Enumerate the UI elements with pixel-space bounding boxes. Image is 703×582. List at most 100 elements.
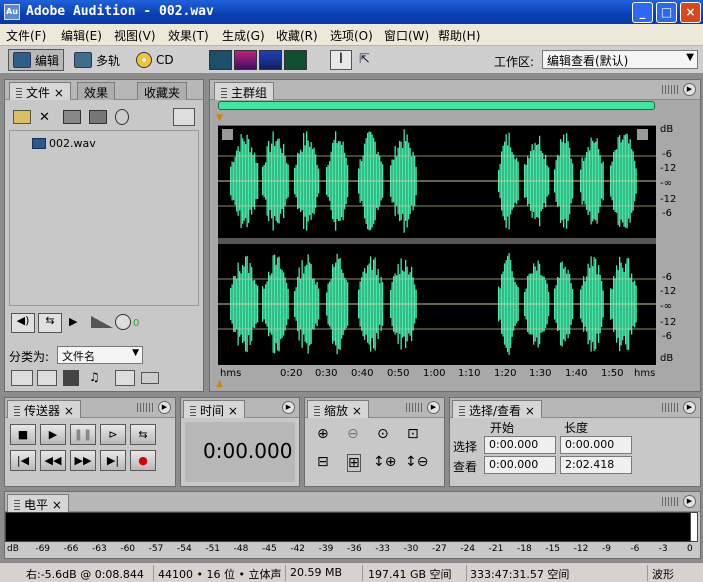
menu-edit[interactable]: 编辑(E) <box>61 27 102 44</box>
view-row-label: 查看 <box>453 460 478 474</box>
play-button[interactable]: ▶ <box>40 424 66 445</box>
zoom-out-vertical-icon[interactable]: ↕⊖ <box>405 454 428 470</box>
multitrack-view-button[interactable]: 多轨 <box>70 49 124 71</box>
zoom-out-horizontal-icon[interactable]: ⊖ <box>347 426 359 442</box>
close-icon[interactable]: × <box>228 404 238 418</box>
panel-menu-icon[interactable]: ▶ <box>683 83 696 96</box>
tab-levels[interactable]: 电平 × <box>7 494 69 512</box>
close-icon[interactable]: × <box>52 498 62 512</box>
edit-file-icon[interactable] <box>115 109 129 125</box>
full-paths-icon[interactable] <box>141 372 159 384</box>
time-tick: 0:50 <box>387 368 410 379</box>
insert-cd-icon[interactable] <box>89 110 107 124</box>
spectral-display-icon[interactable] <box>234 50 257 70</box>
tab-favorites[interactable]: 收藏夹 <box>137 82 187 100</box>
minimize-button[interactable]: _ <box>632 2 653 23</box>
tab-transport[interactable]: 传送器 × <box>7 400 81 418</box>
menu-favorites[interactable]: 收藏(R) <box>276 27 318 44</box>
multitrack-label: 多轨 <box>96 53 121 68</box>
tab-zoom[interactable]: 缩放 × <box>307 400 369 418</box>
sort-label: 分类为: <box>9 350 50 364</box>
workspace-select[interactable]: 编辑查看(默认) ▼ <box>542 50 698 69</box>
stop-button[interactable]: ■ <box>10 424 36 445</box>
menu-view[interactable]: 视图(V) <box>114 27 156 44</box>
show-video-icon[interactable] <box>63 370 79 386</box>
clip-indicator[interactable] <box>690 512 698 542</box>
show-midi-icon[interactable]: ♫ <box>89 370 105 386</box>
zoom-full-icon[interactable]: ⊙ <box>377 426 389 442</box>
menu-help[interactable]: 帮助(H) <box>438 27 480 44</box>
selection-length-field[interactable]: 0:00.000 <box>560 436 632 454</box>
tab-effects[interactable]: 效果 <box>77 82 116 100</box>
tab-files[interactable]: 文件 × <box>9 82 71 100</box>
record-button[interactable]: ● <box>130 450 156 471</box>
pan-display-icon[interactable] <box>259 50 282 70</box>
play-icon[interactable]: ▶ <box>69 315 77 328</box>
selection-start-field[interactable]: 0:00.000 <box>484 436 556 454</box>
open-file-icon[interactable] <box>13 110 31 124</box>
tab-selection-view[interactable]: 选择/查看 × <box>452 400 542 418</box>
cd-view-button[interactable]: CD <box>132 49 178 71</box>
close-file-icon[interactable]: ✕ <box>39 110 50 125</box>
wave-file-icon <box>32 138 46 149</box>
panel-menu-icon[interactable]: ▶ <box>282 401 295 414</box>
close-button[interactable]: × <box>680 2 701 23</box>
app-icon: Au <box>4 4 20 20</box>
panel-menu-icon[interactable]: ▶ <box>683 401 696 414</box>
fast-forward-button[interactable]: ▶▶ <box>70 450 96 471</box>
play-to-end-button[interactable]: ⊳ <box>100 424 126 445</box>
tab-main-group[interactable]: 主群组 <box>214 82 275 100</box>
show-audio-icon[interactable] <box>11 370 33 386</box>
menu-generate[interactable]: 生成(G) <box>222 27 265 44</box>
start-marker-icon: ▼ <box>216 113 223 123</box>
panel-menu-icon[interactable]: ▶ <box>683 495 696 508</box>
close-icon[interactable]: × <box>352 404 362 418</box>
sort-select[interactable]: 文件名 ▼ <box>57 346 143 364</box>
edit-view-button[interactable]: 编辑 <box>8 49 65 71</box>
rewind-button[interactable]: ◀◀ <box>40 450 66 471</box>
go-to-start-button[interactable]: |◀ <box>10 450 36 471</box>
db-tick: -∞ <box>660 178 672 189</box>
close-icon[interactable]: × <box>525 404 535 418</box>
maximize-button[interactable]: □ <box>656 2 677 23</box>
waveform-display-icon[interactable] <box>209 50 232 70</box>
waveform-display[interactable] <box>218 125 656 375</box>
zoom-right-edge-icon[interactable]: ⊞ <box>347 454 361 472</box>
cd-icon <box>136 52 152 68</box>
zoom-in-vertical-icon[interactable]: ↕⊕ <box>373 454 396 470</box>
loop-button[interactable]: ⇆ <box>38 313 62 333</box>
zoom-left-edge-icon[interactable]: ⊟ <box>317 454 329 470</box>
autoplay-button[interactable]: ◀) <box>11 313 35 333</box>
overview-bar[interactable] <box>218 101 655 110</box>
menu-window[interactable]: 窗口(W) <box>384 27 429 44</box>
phase-display-icon[interactable] <box>284 50 307 70</box>
pause-button[interactable]: ❚❚ <box>70 424 96 445</box>
tab-time[interactable]: 时间 × <box>183 400 245 418</box>
time-tick: 0:30 <box>315 368 338 379</box>
show-all-icon[interactable] <box>115 370 135 386</box>
volume-knob[interactable] <box>115 314 131 330</box>
menu-effects[interactable]: 效果(T) <box>168 27 209 44</box>
meter-tick: -69 <box>35 544 51 554</box>
close-icon[interactable]: × <box>54 86 64 100</box>
meter-tick: -3 <box>658 544 668 554</box>
time-selection-tool-icon[interactable]: I <box>330 50 352 70</box>
list-item[interactable]: 002.wav <box>32 137 96 150</box>
status-view-mode: 波形 <box>652 568 674 581</box>
show-file-types-icon[interactable] <box>173 108 195 126</box>
view-start-field[interactable]: 0:00.000 <box>484 456 556 474</box>
panel-menu-icon[interactable]: ▶ <box>158 401 171 414</box>
loop-play-button[interactable]: ⇆ <box>130 424 156 445</box>
menu-file[interactable]: 文件(F) <box>6 27 46 44</box>
insert-multitrack-icon[interactable] <box>63 110 81 124</box>
close-icon[interactable]: × <box>64 404 74 418</box>
zoom-selection-icon[interactable]: ⊡ <box>407 426 419 442</box>
db-tick: dB <box>660 124 674 135</box>
show-loops-icon[interactable] <box>37 370 57 386</box>
view-length-field[interactable]: 2:02.418 <box>560 456 632 474</box>
zoom-in-horizontal-icon[interactable]: ⊕ <box>317 426 329 442</box>
panel-menu-icon[interactable]: ▶ <box>427 401 440 414</box>
marquee-tool-icon[interactable]: ⇱ <box>359 52 370 67</box>
menu-options[interactable]: 选项(O) <box>330 27 373 44</box>
go-to-end-button[interactable]: ▶| <box>100 450 126 471</box>
